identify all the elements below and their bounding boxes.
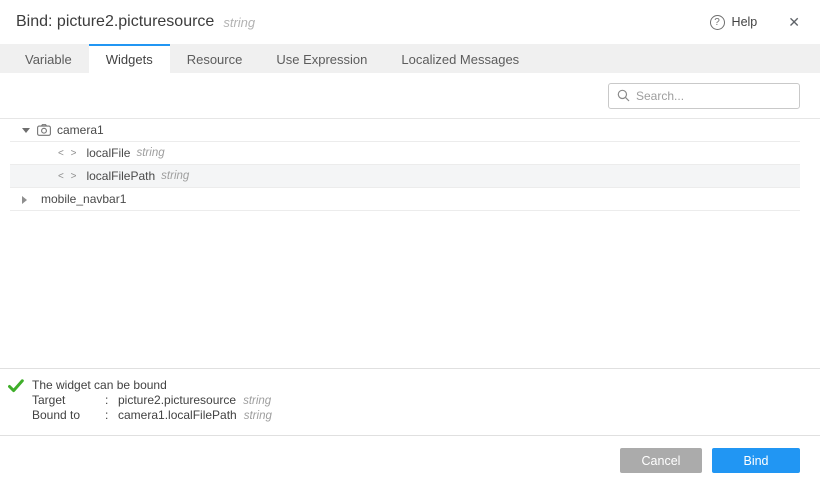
status-label: Target [32,393,105,408]
tree-item-label: localFile [86,146,130,160]
caret-right-icon[interactable] [22,192,32,206]
search-input[interactable] [636,89,791,103]
widget-tree: camera1 < > localFile string < > localFi… [10,119,800,211]
tab-localized-messages[interactable]: Localized Messages [384,44,536,73]
bind-dialog: Bind: picture2.picturesource string ? He… [0,0,820,485]
status-value-type: string [243,395,271,407]
status-row-bound-to: Bound to : camera1.localFilePathstring [32,408,272,423]
dialog-title: Bind: picture2.picturesource [16,13,214,31]
close-icon[interactable]: ✕ [788,15,800,29]
header-actions: ? Help ✕ [710,15,800,30]
tree-item-mobile-navbar1[interactable]: mobile_navbar1 [10,188,800,211]
tree-item-localfile[interactable]: < > localFile string [10,142,800,165]
status-label: Bound to [32,408,105,423]
tab-use-expression[interactable]: Use Expression [259,44,384,73]
bind-button[interactable]: Bind [712,448,800,473]
code-brackets-icon: < > [58,171,78,182]
tab-resource[interactable]: Resource [170,44,260,73]
status-value-type: string [244,410,272,422]
widgets-panel: camera1 < > localFile string < > localFi… [0,73,820,485]
tree-empty-area [0,211,820,368]
status-message: The widget can be bound [32,378,272,392]
camera-icon [37,124,51,136]
tree-item-localfilepath[interactable]: < > localFilePath string [10,165,800,188]
magnifier-icon [617,89,630,102]
tree-item-label: camera1 [57,123,104,137]
status-separator: : [105,408,118,423]
help-button[interactable]: Help [732,15,758,29]
tree-item-label: mobile_navbar1 [41,192,126,206]
search-toolbar [0,73,820,119]
status-row-target: Target : picture2.picturesourcestring [32,393,272,408]
search-box[interactable] [608,83,800,109]
status-separator: : [105,393,118,408]
tab-bar: Variable Widgets Resource Use Expression… [0,44,820,73]
status-details: The widget can be bound Target : picture… [32,378,272,423]
check-icon [8,379,24,398]
binding-status: The widget can be bound Target : picture… [0,368,820,435]
dialog-footer: Cancel Bind [0,435,820,485]
tree-item-label: localFilePath [86,169,155,183]
cancel-button[interactable]: Cancel [620,448,702,473]
question-circle-icon[interactable]: ? [710,15,725,30]
code-brackets-icon: < > [58,148,78,159]
dialog-header: Bind: picture2.picturesource string ? He… [0,0,820,44]
dialog-title-type: string [223,15,255,30]
tree-item-type: string [136,147,164,159]
tree-item-type: string [161,170,189,182]
status-value: camera1.localFilePathstring [118,408,272,423]
status-value: picture2.picturesourcestring [118,393,272,408]
tab-variable[interactable]: Variable [8,44,89,73]
tree-item-camera1[interactable]: camera1 [10,119,800,142]
caret-down-icon[interactable] [22,123,32,137]
tab-widgets[interactable]: Widgets [89,44,170,73]
